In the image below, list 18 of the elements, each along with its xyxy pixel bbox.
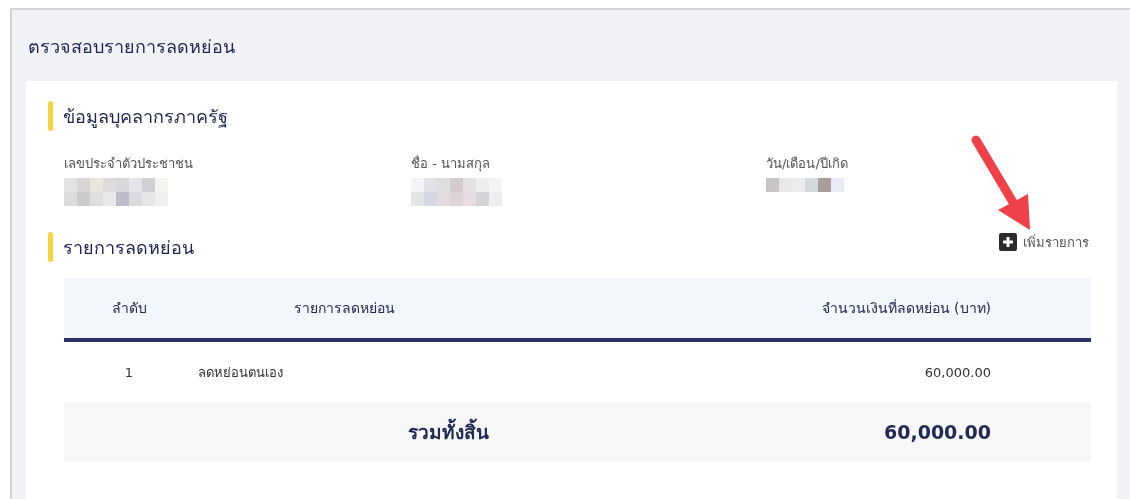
total-label: รวมทั้งสิ้น (408, 417, 489, 447)
add-item-button[interactable]: เพิ่มรายการ (999, 231, 1089, 253)
section-marker (48, 232, 53, 262)
field-label: ชื่อ - นามสกุล (411, 154, 491, 174)
field-label: วัน/เดือน/ปีเกิด (766, 155, 849, 173)
table-cell-text: 60,000.00 (923, 364, 992, 380)
table-cell-text: ลดหย่อนตนเอง (198, 363, 283, 382)
column-header: รายการลดหย่อน (294, 299, 395, 318)
table-cell-text: 1 (123, 364, 135, 380)
section-title: รายการลดหย่อน (63, 235, 194, 260)
column-header: จำนวนเงินที่ลดหย่อน (บาท) (820, 298, 992, 318)
plus-icon (999, 233, 1017, 251)
page-title: ตรวจสอบรายการลดหย่อน (27, 35, 236, 59)
column-header: ลำดับ (110, 299, 148, 318)
field-label: เลขประจำตัวประชาชน (64, 155, 194, 173)
section-title: ข้อมูลบุคลากรภาครัฐ (63, 104, 228, 130)
total-amount: 60,000.00 (883, 421, 992, 443)
section-marker (48, 101, 53, 131)
